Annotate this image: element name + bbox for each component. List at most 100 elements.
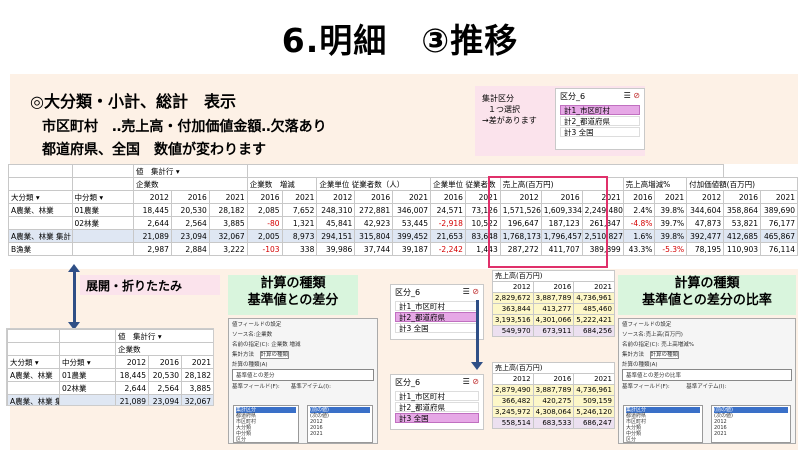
dialog-right-tab-1[interactable]: 集計方法 (622, 352, 644, 358)
table-cell: 2,884 (170, 242, 210, 256)
pivot-table[interactable]: 値 集計行 ▾ 企業数 企業数 増減 企業単位 従業者数（人） 企業単位 従業者… (8, 164, 798, 269)
table-cell: 110,903 (723, 242, 762, 256)
table-cell: 2,644 (115, 381, 149, 395)
table-cell: 3,887,789 (532, 292, 575, 304)
table-cell: 3,885 (208, 216, 248, 230)
dialog-left-tab-1[interactable]: 集計方法 (232, 352, 254, 358)
table-row[interactable]: A農業、林業 集計 21,08923,09432,067 (7, 394, 213, 405)
year-header: 2016 (430, 190, 466, 204)
slicer-bot-item-1[interactable]: 計1_市区町村 (395, 391, 479, 401)
slicer-top-title: 区分_6 (560, 92, 586, 101)
dialog-right-tab-2[interactable]: 計算の種類 (649, 351, 680, 359)
slicer-top-item-2[interactable]: 計2_都道府県 (560, 116, 640, 126)
slicer-mid-item-1[interactable]: 計1_市区町村 (395, 301, 479, 311)
year-header: 2021 (654, 190, 688, 204)
mini-year: 2016 (148, 355, 182, 369)
slicer-mid-item-3[interactable]: 計3 全国 (395, 323, 479, 333)
group-header-2: 企業数 増減 (246, 177, 318, 191)
connector-shaft (476, 300, 479, 364)
values-label: 値 (135, 166, 144, 176)
multiselect-icon[interactable]: ☰ (624, 91, 631, 100)
calc-left-line-2: 基準値との差分 (247, 293, 339, 308)
slicer-mid-item-2[interactable]: 計2_都道府県 (395, 312, 479, 322)
multiselect-icon[interactable]: ☰ (463, 377, 470, 386)
mini-year: 2012 (115, 355, 149, 369)
table-cell: 39,187 (392, 242, 432, 256)
sales-header: 売上高(百万円) (492, 362, 615, 374)
clear-filter-icon[interactable]: ⊘ (472, 287, 479, 296)
slicer-bot-item-2[interactable]: 計2_都道府県 (395, 402, 479, 412)
dialog-left-tab-2[interactable]: 計算の種類 (259, 351, 290, 359)
clear-filter-icon[interactable]: ⊘ (633, 91, 640, 100)
list-item[interactable]: 2021 (714, 431, 788, 437)
dialog-right[interactable]: 値フィールドの設定 ソース名:売上高(百万円) 名前の指定(C): 売上高増減%… (618, 318, 796, 444)
group-header-3: 企業単位 従業者数（人） (316, 177, 432, 191)
mini-row-header-1[interactable]: 大分類 ▾ (7, 355, 60, 369)
table-row[interactable]: 02林業 2,644 2,564 3,885 -80 1,321 45,841 42,923 5… (8, 216, 798, 230)
row-label-major: A農業、林業 (8, 203, 73, 217)
slicer-top-item-3[interactable]: 計3 全国 (560, 127, 640, 137)
row-label-minor: 02林業 (71, 216, 134, 230)
table-cell: 2,564 (170, 216, 210, 230)
table-cell: 21,653 (430, 229, 466, 243)
dialog-right-source: ソース名:売上高(百万円) (622, 332, 683, 338)
total-row: 558,514 683,533 686,247 (492, 417, 615, 429)
dialog-left-field-list[interactable]: 集計区分 都道府県 市区町村 大分類 中分類 区分 (233, 405, 299, 443)
table-cell: 39.8% (654, 203, 688, 217)
year-header: 2021 (392, 190, 432, 204)
table-row[interactable]: A農業、林業 01農業 18,445 20,530 28,182 (7, 368, 213, 382)
mini-pivot[interactable]: 値 集計行 ▾ 企業数 大分類 ▾ 中分類 ▾ 2012 2016 2021 A… (6, 328, 214, 406)
calc-right-line-1: 計算の種類 (674, 276, 740, 291)
mini-row-header-2[interactable]: 中分類 ▾ (59, 355, 116, 369)
table-row[interactable]: 02林業 2,644 2,564 3,885 (7, 381, 213, 395)
dialog-left-base-field-label: 基準フィールド(F): (232, 384, 280, 390)
table-cell: 76,177 (760, 216, 798, 230)
dialog-right-calc-label: 計算の種類(A) (622, 362, 658, 368)
list-item[interactable]: 2021 (310, 431, 370, 437)
note-line-2: １つ選択 (488, 105, 520, 114)
table-cell: 7,652 (281, 203, 318, 217)
list-item[interactable]: 区分 (236, 437, 296, 443)
slicer-mid[interactable]: 区分_6 ☰ ⊘ 計1_市区町村 計2_都道府県 計3 全国 (390, 284, 484, 340)
table-cell: 18,445 (115, 368, 149, 382)
list-item[interactable]: 区分 (626, 437, 700, 443)
table-cell: 399,452 (392, 229, 432, 243)
dialog-right-item-list[interactable]: (前の値) (次の値) 2012 2016 2021 (711, 405, 791, 443)
table-row[interactable]: A農業、林業 01農業 18,445 20,530 28,182 2,085 7,652 24… (8, 203, 798, 217)
mini-year: 2021 (181, 355, 213, 369)
table-cell: 366,482 (492, 395, 534, 407)
row-header-2[interactable]: 中分類 ▾ (71, 190, 134, 204)
table-cell: 2,644 (132, 216, 172, 230)
slicer-top-item-1[interactable]: 計1_市区町村 (560, 105, 640, 115)
slicer-bot[interactable]: 区分_6 ☰ ⊘ 計1_市区町村 計2_都道府県 計3 全国 (390, 374, 484, 430)
calc-label-left: 計算の種類 基準値との差分 (228, 275, 358, 315)
dialog-left-name[interactable]: 名前の指定(C): 企業数 増減 (229, 339, 377, 349)
year-header: 2016 (170, 190, 210, 204)
dialog-left[interactable]: 値フィールドの設定 ソース名:企業数 名前の指定(C): 企業数 増減 集計方法… (228, 318, 378, 444)
dialog-left-calc-label: 計算の種類(A) (232, 362, 268, 368)
table-cell: 32,067 (208, 229, 248, 243)
slicer-bot-item-3[interactable]: 計3 全国 (395, 413, 479, 423)
clear-filter-icon[interactable]: ⊘ (472, 377, 479, 386)
mini-values-label: 値 (118, 331, 126, 341)
slicer-top[interactable]: 区分_6 ☰ ⊘ 計1_市区町村 計2_都道府県 計3 全国 (555, 88, 645, 150)
year-header: 2016 (622, 190, 656, 204)
row-header-1[interactable]: 大分類 ▾ (8, 190, 73, 204)
dialog-left-item-list[interactable]: (前の値) (次の値) 2012 2016 2021 (307, 405, 373, 443)
dialog-left-calc-select[interactable]: 基準値との差分 (232, 369, 374, 381)
year-header: 2021 (208, 190, 248, 204)
total-row: 549,970 673,911 684,256 (492, 325, 615, 337)
dialog-right-name[interactable]: 名前の指定(C): 売上高増減% (619, 339, 795, 349)
table-cell: 358,864 (723, 203, 762, 217)
table-cell: 272,881 (354, 203, 394, 217)
table-row[interactable]: B漁業 2,987 2,884 3,222 -103 338 39,986 37,744 39,… (8, 242, 798, 256)
table-row[interactable]: A農業、林業 集計 21,089 23,094 32,067 2,005 8,973 294… (8, 229, 798, 243)
year-header: 2012 (492, 373, 534, 385)
dialog-right-field-list[interactable]: 集計区分 都道府県 市区町村 大分類 中分類 区分 (623, 405, 703, 443)
table-cell: 20,530 (170, 203, 210, 217)
table-cell: 1.6% (622, 229, 656, 243)
multiselect-icon[interactable]: ☰ (463, 287, 470, 296)
table-cell: 683,533 (532, 417, 575, 429)
table-cell: 412,685 (723, 229, 762, 243)
dialog-right-calc-select[interactable]: 基準値との差分の比率 (622, 369, 792, 381)
